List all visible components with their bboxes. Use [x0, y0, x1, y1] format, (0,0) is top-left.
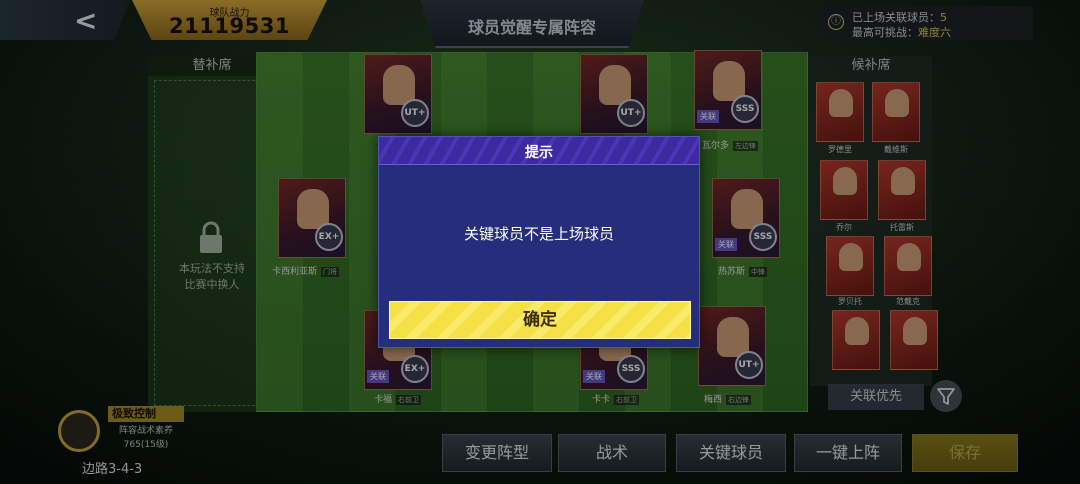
alert-dialog: 提示 关键球员不是上场球员 确定 — [378, 136, 700, 348]
dialog-header: 提示 — [379, 137, 699, 165]
confirm-button[interactable]: 确定 — [389, 301, 691, 339]
dialog-message: 关键球员不是上场球员 — [463, 225, 614, 243]
dialog-title: 提示 — [525, 145, 553, 161]
